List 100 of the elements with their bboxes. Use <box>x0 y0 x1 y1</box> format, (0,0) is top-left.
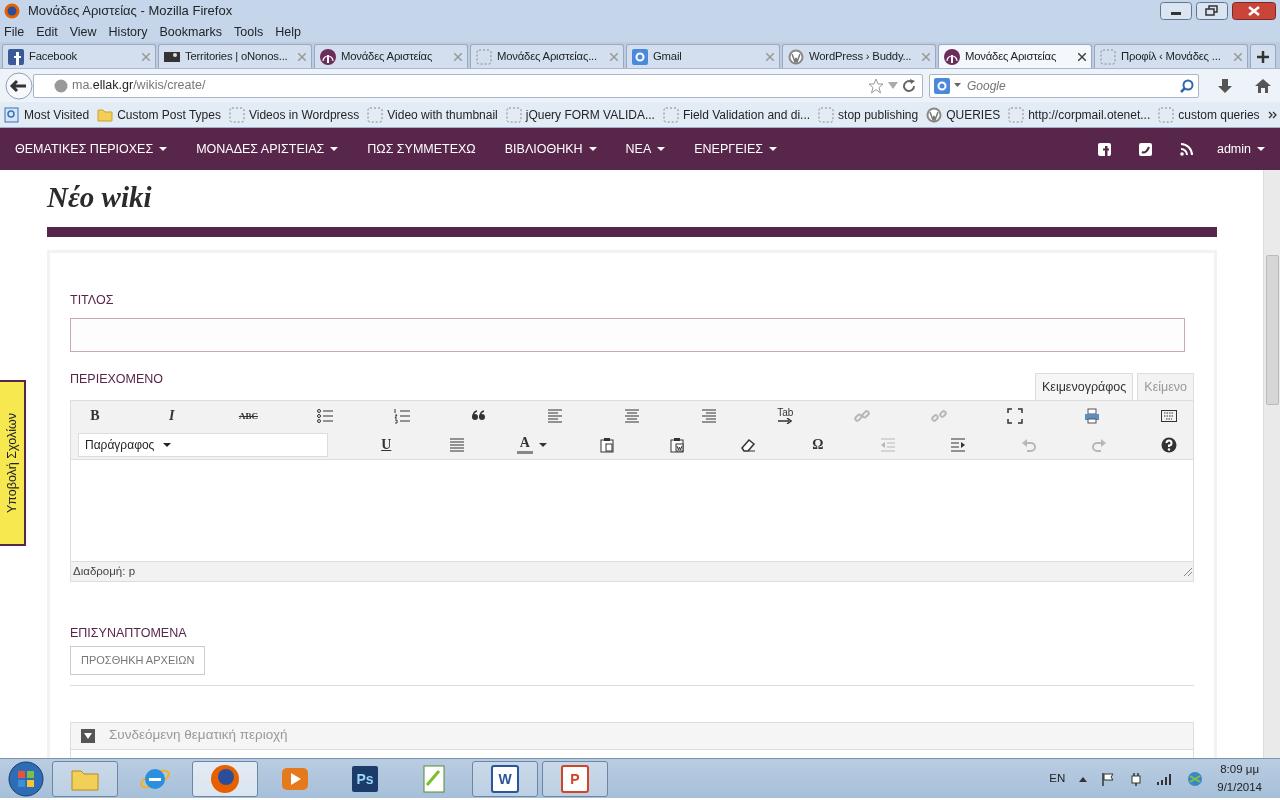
blank-page-icon <box>367 106 384 123</box>
toolbar-button[interactable]: ABC <box>236 404 261 427</box>
browser-tab[interactable]: Μονάδες Αριστείας <box>938 44 1092 68</box>
toolbar-button[interactable]: Ω <box>805 433 830 456</box>
toolbar-button[interactable]: I <box>159 404 184 427</box>
minimize-icon[interactable] <box>1160 2 1192 20</box>
format-dropdown[interactable]: Παράγραφος <box>78 432 328 457</box>
bookmark-item[interactable]: Videos in Wordpress <box>228 105 360 124</box>
search-icon[interactable] <box>1180 78 1194 93</box>
blank-page-icon <box>505 106 522 123</box>
printer-icon[interactable] <box>1084 407 1101 424</box>
browser-tab[interactable]: Gmail <box>626 44 780 68</box>
bookmark-item[interactable]: Field Validation and di... <box>662 105 811 124</box>
bookmark-item[interactable]: Most Visited <box>4 105 90 124</box>
browser-tab[interactable]: WordPress › Buddy... <box>782 44 936 68</box>
menu-item[interactable]: Tools <box>234 22 264 42</box>
align-left-icon[interactable] <box>547 407 564 424</box>
menu-item[interactable]: View <box>69 22 97 42</box>
google-icon <box>632 48 648 65</box>
close-icon[interactable] <box>1232 2 1276 20</box>
chevron-icon[interactable] <box>1267 109 1278 120</box>
home-icon[interactable] <box>1255 77 1271 94</box>
menu-item[interactable]: Help <box>275 22 301 42</box>
bookmark-item[interactable]: QUERIES <box>926 105 1001 124</box>
resize-grip-icon[interactable] <box>1183 566 1193 577</box>
paste-word-icon[interactable] <box>669 436 686 453</box>
reload-icon[interactable] <box>902 78 916 93</box>
browser-tab[interactable]: Facebook <box>2 44 156 68</box>
justify-icon[interactable] <box>448 436 465 453</box>
bookmark-item[interactable]: stop publishing <box>818 105 919 124</box>
collapse-toggle-icon[interactable] <box>81 728 95 743</box>
twitter-icon[interactable] <box>1138 142 1152 156</box>
menu-item[interactable]: File <box>4 22 25 42</box>
bookmark-item[interactable]: http://corpmail.otenet... <box>1008 105 1151 124</box>
close-tab-icon[interactable] <box>1078 52 1086 61</box>
bookmark-item[interactable]: custom queries <box>1158 105 1260 124</box>
signal-icon[interactable] <box>1157 772 1174 785</box>
nav-item[interactable]: ΕΝΕΡΓΕΙΕΣ <box>694 139 778 159</box>
browser-tab[interactable]: Προφίλ ‹ Μονάδες ... <box>1094 44 1248 68</box>
add-files-button[interactable]: ΠΡΟΣΘΗΚΗ ΑΡΧΕΙΩΝ <box>70 646 206 675</box>
site-logo-icon <box>944 48 960 65</box>
globe-icon <box>54 78 68 93</box>
fullscreen-icon[interactable] <box>1007 407 1024 424</box>
align-center-icon[interactable] <box>623 407 640 424</box>
nav-item[interactable]: ΝΕΑ <box>625 139 666 159</box>
paste-text-icon[interactable] <box>599 436 615 453</box>
power-plug-icon[interactable] <box>1129 771 1144 786</box>
facebook-icon[interactable] <box>1097 142 1111 156</box>
browser-tab[interactable]: Μονάδες Αριστείας <box>314 44 468 68</box>
browser-tab[interactable]: Μονάδες Αριστείας... <box>470 44 624 68</box>
keyboard-icon[interactable] <box>1160 407 1177 424</box>
tray-expand-icon[interactable] <box>1079 775 1088 782</box>
menu-item[interactable]: Bookmarks <box>159 22 222 42</box>
title-field[interactable] <box>70 317 1185 352</box>
restore-icon[interactable] <box>1196 2 1228 20</box>
user-menu[interactable]: admin <box>1216 139 1265 159</box>
scrollbar[interactable] <box>1263 170 1280 758</box>
nav-item[interactable]: ΠΩΣ ΣΥΜΜΕΤΕΧΩ <box>367 139 476 159</box>
dropdown-icon[interactable] <box>954 83 961 88</box>
bookmark-item[interactable]: jQuery FORM VALIDA... <box>505 105 655 124</box>
plus-icon[interactable] <box>1257 50 1269 63</box>
blank-page-icon <box>476 48 492 65</box>
bookmark-item[interactable]: Custom Post Types <box>97 105 221 124</box>
eraser-icon[interactable] <box>739 436 756 453</box>
browser-tab[interactable]: Territories | oNonos... <box>158 44 312 68</box>
field-label: ΕΠΙΣΥΝΑΠΤΟΜΕΝΑ <box>70 625 188 643</box>
search-bar[interactable]: Google <box>929 73 1199 98</box>
menu-item[interactable]: Edit <box>36 22 58 42</box>
taskbar-app[interactable]: Ps <box>332 760 398 797</box>
rss-icon[interactable] <box>1179 142 1193 156</box>
editor-tab[interactable]: Κειμενογράφος <box>1035 372 1134 401</box>
language-indicator[interactable]: EN <box>1049 769 1066 788</box>
bookmark-star-icon[interactable] <box>868 77 884 94</box>
taskbar-app[interactable]: P <box>542 760 608 797</box>
magnifier-page-icon <box>4 106 20 123</box>
blank-page-icon <box>1008 106 1025 123</box>
bulleted-list-icon[interactable] <box>317 407 334 424</box>
element-path: Διαδρομή: p <box>73 564 136 580</box>
menu-item[interactable]: History <box>108 22 148 42</box>
back-icon[interactable] <box>5 71 33 100</box>
download-icon[interactable] <box>1217 77 1233 94</box>
align-right-icon[interactable] <box>700 407 717 424</box>
nav-item[interactable]: ΘΕΜΑΤΙΚΕΣ ΠΕΡΙΟΧΕΣ <box>15 139 168 159</box>
numbered-list-icon[interactable] <box>393 407 410 424</box>
nav-item[interactable]: ΒΙΒΛΙΟΘΗΚΗ <box>504 139 597 159</box>
text-editor[interactable]: B I ABC Tab Παράγραφος U A Ω Διαδρομή: p <box>70 400 1194 583</box>
indent-icon[interactable] <box>950 436 967 453</box>
taskbar-app[interactable] <box>192 760 258 797</box>
toolbar-button[interactable]: A <box>514 433 549 456</box>
flag-icon[interactable] <box>1101 771 1116 786</box>
taskbar-app[interactable]: W <box>472 760 538 797</box>
help-icon[interactable] <box>1161 436 1177 453</box>
toolbar-button[interactable]: Tab <box>773 404 798 427</box>
nav-item[interactable]: ΜΟΝΑΔΕΣ ΑΡΙΣΤΕΙΑΣ <box>196 139 339 159</box>
toolbar-button[interactable]: B <box>83 404 107 427</box>
feedback-tab[interactable]: Υποβολή Σχολίων <box>0 380 26 546</box>
clock[interactable]: 8:09 μμ 9/1/2014 <box>1217 761 1262 796</box>
toolbar-button[interactable]: U <box>374 433 399 456</box>
address-bar[interactable]: ma.ellak.gr/wikis/create/ <box>33 73 923 98</box>
bookmark-item[interactable]: Video with thumbnail <box>367 105 498 124</box>
